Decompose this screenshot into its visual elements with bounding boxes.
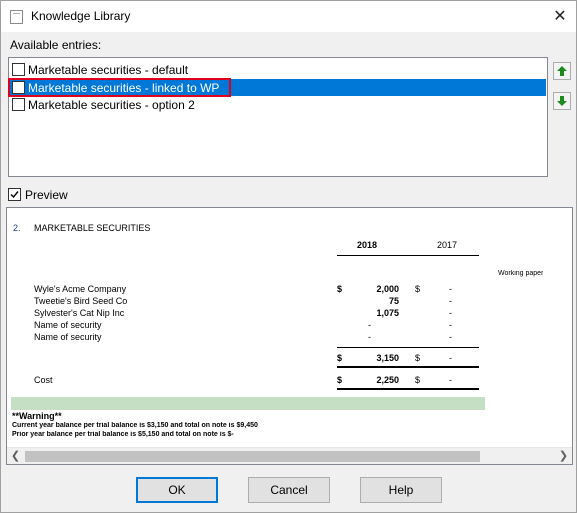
window-title: Knowledge Library xyxy=(31,9,131,23)
cost-underline xyxy=(337,388,479,390)
year-current-header: 2018 xyxy=(357,240,378,250)
total-current: 3,150 xyxy=(376,353,399,363)
current-value: 75 xyxy=(388,296,399,306)
currency-sign: $ xyxy=(337,353,343,363)
total-prior: - xyxy=(449,353,452,363)
note-number: 2. xyxy=(13,223,21,233)
scroll-thumb[interactable] xyxy=(25,451,480,462)
list-item[interactable]: Marketable securities - default xyxy=(10,61,546,78)
currency-sign: $ xyxy=(415,353,421,363)
entry-checkbox[interactable] xyxy=(12,63,25,76)
note-title: MARKETABLE SECURITIES xyxy=(34,223,151,233)
security-name: Wyle's Acme Company xyxy=(34,284,127,294)
checkmark-icon xyxy=(10,191,19,199)
arrow-up-icon xyxy=(557,66,567,76)
security-name: Name of security xyxy=(34,320,102,330)
subtotal-rule xyxy=(337,347,479,348)
available-entries-label: Available entries: xyxy=(10,38,102,52)
app-icon xyxy=(10,10,23,24)
entry-label: Marketable securities - option 2 xyxy=(28,97,195,112)
preview-label: Preview xyxy=(25,188,68,202)
move-down-button[interactable] xyxy=(553,92,571,110)
cost-current: 2,250 xyxy=(376,375,399,385)
entry-label: Marketable securities - default xyxy=(28,62,189,77)
current-value: 2,000 xyxy=(376,284,399,294)
warning-line-2: Prior year balance per trial balance is … xyxy=(12,431,234,438)
currency-sign: $ xyxy=(337,375,343,385)
current-value: 1,075 xyxy=(376,308,399,318)
list-item[interactable]: Marketable securities - option 2 xyxy=(10,96,546,113)
preview-checkbox[interactable] xyxy=(8,188,21,201)
currency-sign: $ xyxy=(415,284,421,294)
prior-value: - xyxy=(449,284,452,294)
scroll-right-icon[interactable]: ❯ xyxy=(555,448,572,464)
entry-checkbox[interactable] xyxy=(12,81,25,94)
prior-value: - xyxy=(449,308,452,318)
currency-sign: $ xyxy=(337,284,343,294)
list-item-selected[interactable]: Marketable securities - linked to WP xyxy=(10,79,546,96)
year-prior-header: 2017 xyxy=(437,240,458,250)
help-button[interactable]: Help xyxy=(360,477,442,503)
cost-prior: - xyxy=(449,375,452,385)
cost-label: Cost xyxy=(34,375,53,385)
entry-label: Marketable securities - linked to WP xyxy=(28,80,220,95)
security-name: Tweetie's Bird Seed Co xyxy=(34,296,128,306)
entry-checkbox[interactable] xyxy=(12,98,25,111)
header-underline xyxy=(337,255,479,256)
currency-sign: $ xyxy=(415,375,421,385)
warning-title: **Warning** xyxy=(12,411,62,421)
prior-value: - xyxy=(449,332,452,342)
prior-value: - xyxy=(449,320,452,330)
horizontal-scrollbar[interactable]: ❮ ❯ xyxy=(7,447,572,464)
current-value: - xyxy=(368,332,371,342)
security-name: Name of security xyxy=(34,332,102,342)
green-highlight-bar xyxy=(11,397,485,410)
move-up-button[interactable] xyxy=(553,62,571,80)
preview-pane[interactable]: 2. MARKETABLE SECURITIES 2018 2017 Worki… xyxy=(6,207,573,465)
warning-line-1: Current year balance per trial balance i… xyxy=(12,422,258,429)
ok-button[interactable]: OK xyxy=(136,477,218,503)
close-button[interactable]: ✕ xyxy=(544,1,576,32)
title-bar: Knowledge Library ✕ xyxy=(0,0,577,32)
security-name: Sylvester's Cat Nip Inc xyxy=(34,308,125,318)
arrow-down-icon xyxy=(557,96,567,106)
entries-list[interactable]: Marketable securities - default Marketab… xyxy=(8,57,548,177)
cancel-button[interactable]: Cancel xyxy=(248,477,330,503)
scroll-left-icon[interactable]: ❮ xyxy=(7,448,24,464)
current-value: - xyxy=(368,320,371,330)
total-underline xyxy=(337,366,479,368)
prior-value: - xyxy=(449,296,452,306)
working-paper-label: Working paper xyxy=(498,270,544,277)
